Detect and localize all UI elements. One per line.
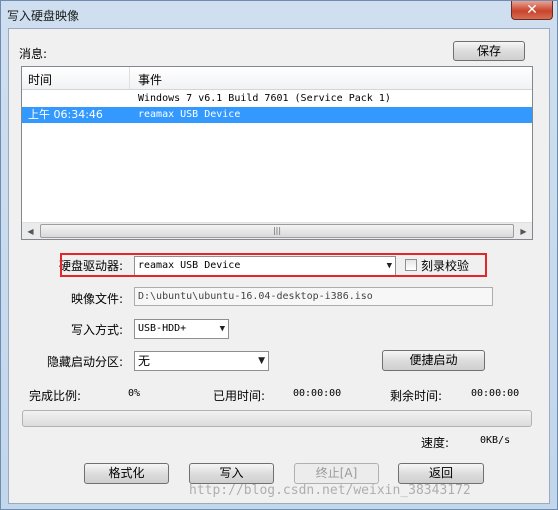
elapsed-label: 已用时间: [213, 389, 266, 403]
speed-label: 速度: [421, 436, 450, 450]
remaining-label: 剩余时间: [390, 389, 443, 403]
save-button[interactable]: 保存 [453, 41, 525, 61]
window-title: 写入硬盘映像 [7, 9, 80, 23]
write-mode-select[interactable]: USB-HDD+ ▼ [134, 319, 229, 339]
row-time: 上午 06:34:46 [28, 108, 103, 121]
scroll-thumb[interactable]: ||| [40, 224, 514, 238]
column-time[interactable]: 时间 [28, 71, 52, 88]
chevron-down-icon[interactable]: ▼ [220, 320, 225, 338]
speed-value: 0KB/s [480, 435, 511, 446]
progress-bar [22, 410, 532, 427]
hidden-partition-value: 无 [138, 354, 151, 368]
list-item-selected[interactable]: 上午 06:34:46 reamax USB Device [22, 107, 532, 123]
row-event: reamax USB Device [138, 109, 241, 120]
elapsed-value: 00:00:00 [293, 388, 342, 399]
complete-value: 0% [128, 388, 141, 399]
complete-label: 完成比例: [29, 389, 82, 403]
dialog-body: 消息: 保存 时间 事件 Windows 7 v6.1 Build 7601 (… [8, 28, 550, 504]
annotation-highlight-box [60, 253, 487, 277]
watermark-text: http://blog.csdn.net/weixin_38343172 [189, 483, 471, 498]
messages-label: 消息: [19, 47, 48, 61]
chevron-down-icon[interactable]: ▼ [258, 352, 265, 370]
remaining-value: 00:00:00 [471, 388, 520, 399]
image-file-label: 映像文件: [71, 292, 124, 306]
column-divider[interactable] [129, 67, 130, 89]
write-mode-label: 写入方式: [71, 323, 124, 337]
hidden-partition-label: 隐藏启动分区: [47, 355, 124, 369]
row-event: Windows 7 v6.1 Build 7601 (Service Pack … [138, 93, 391, 104]
column-event[interactable]: 事件 [138, 71, 162, 88]
horizontal-scrollbar[interactable]: ◀ ||| ▶ [22, 222, 532, 239]
close-button[interactable]: ✕ [511, 1, 553, 20]
scroll-left-icon[interactable]: ◀ [22, 223, 39, 239]
scroll-right-icon[interactable]: ▶ [515, 223, 532, 239]
title-bar[interactable]: 写入硬盘映像 ✕ [1, 1, 557, 27]
quick-boot-button[interactable]: 便捷启动 [382, 350, 485, 371]
back-button[interactable]: 返回 [398, 463, 484, 484]
message-list[interactable]: 时间 事件 Windows 7 v6.1 Build 7601 (Service… [21, 66, 533, 240]
list-header: 时间 事件 [22, 67, 532, 90]
stop-button[interactable]: 终止[A] [294, 463, 379, 484]
list-item[interactable]: Windows 7 v6.1 Build 7601 (Service Pack … [22, 91, 532, 107]
write-button[interactable]: 写入 [189, 463, 274, 484]
write-disk-image-dialog: 写入硬盘映像 ✕ 消息: 保存 时间 事件 Windows 7 v6.1 Bui… [0, 0, 558, 510]
hidden-partition-select[interactable]: 无 ▼ [134, 351, 269, 371]
write-mode-value: USB-HDD+ [138, 323, 187, 334]
image-file-field[interactable]: D:\ubuntu\ubuntu-16.04-desktop-i386.iso [134, 287, 493, 306]
format-button[interactable]: 格式化 [84, 463, 169, 484]
